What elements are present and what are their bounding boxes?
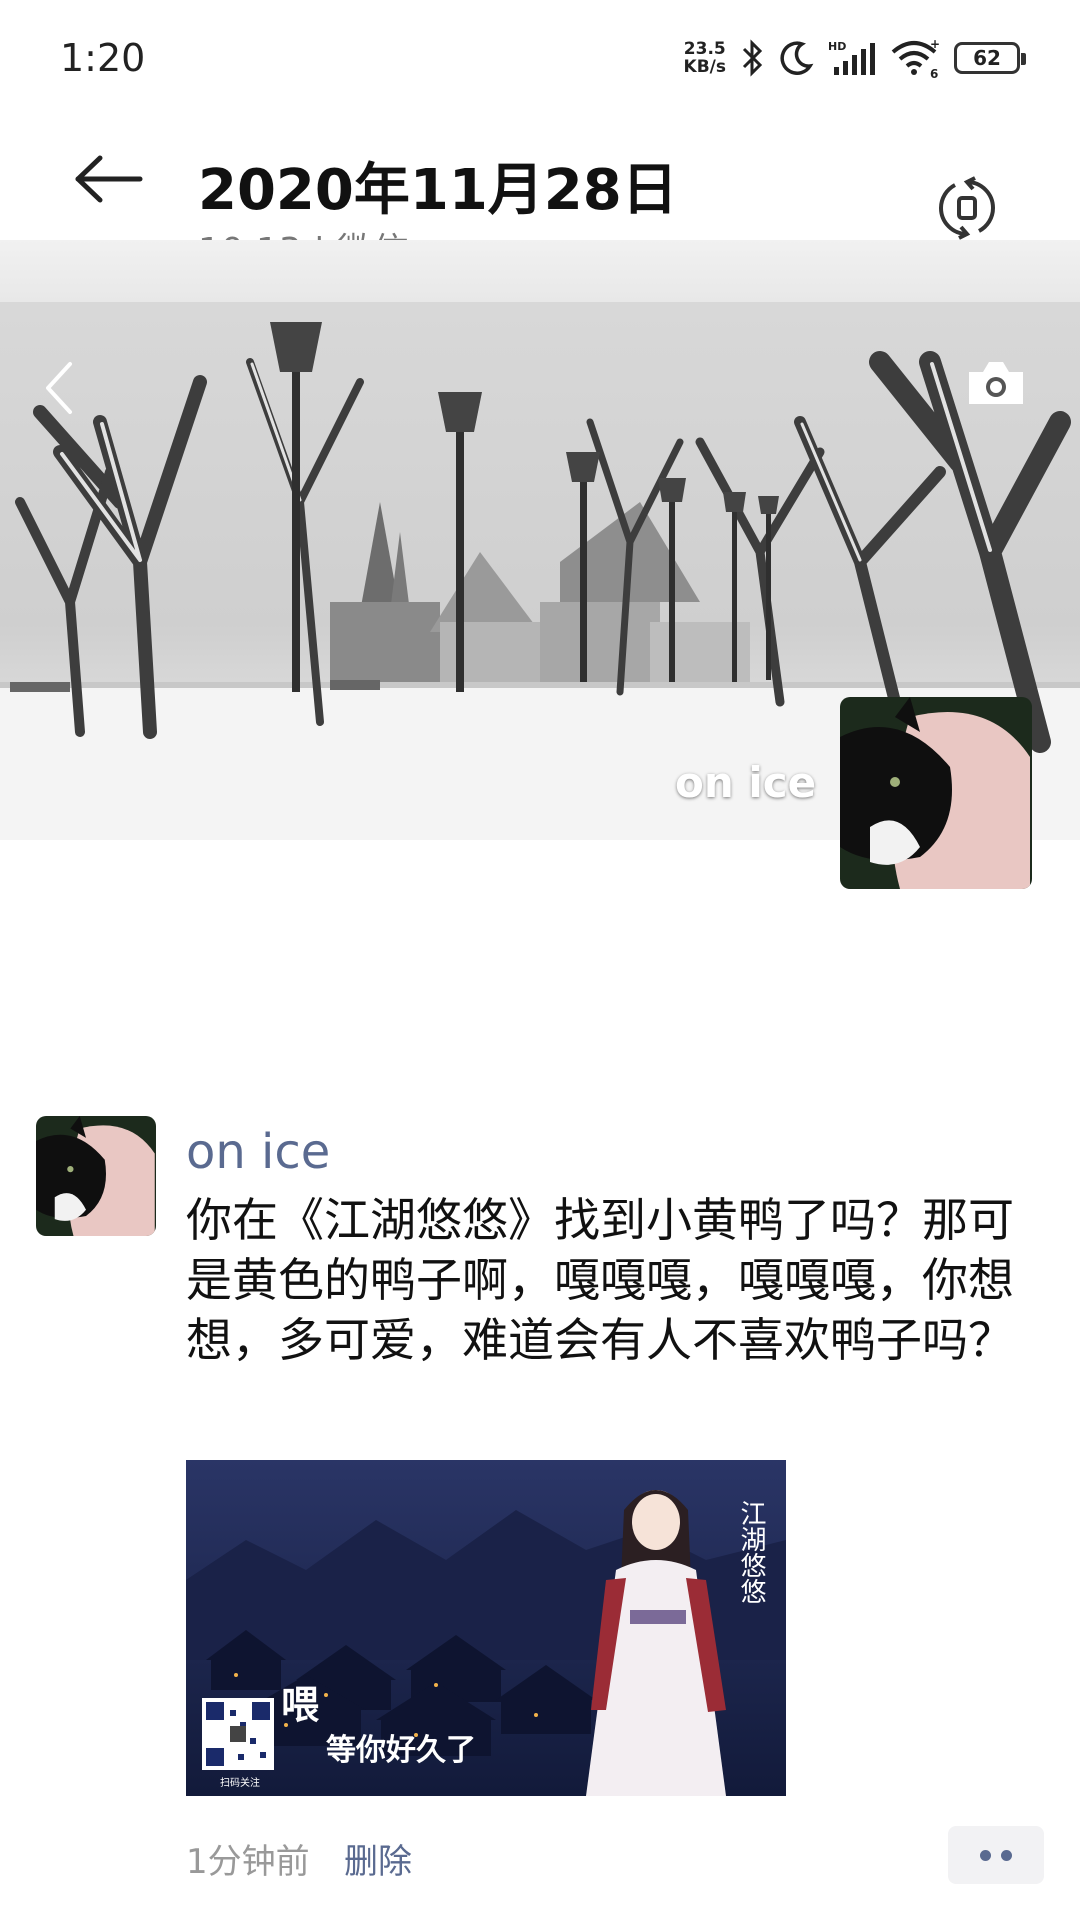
status-time: 1:20 bbox=[60, 36, 146, 80]
post-author-name[interactable]: on ice bbox=[186, 1124, 330, 1180]
post-author-avatar[interactable] bbox=[36, 1116, 156, 1236]
more-options-button[interactable] bbox=[948, 1826, 1044, 1884]
status-bar: 1:20 23.5 KB/s HD 6 + 62 bbox=[0, 0, 1080, 110]
cat-avatar-image bbox=[36, 1116, 156, 1236]
more-dot-icon bbox=[1001, 1849, 1012, 1861]
wifi-icon: 6 + bbox=[891, 38, 940, 78]
poster-slogan-1: 喂 bbox=[281, 1682, 320, 1727]
svg-text:6: 6 bbox=[930, 67, 938, 78]
game-poster-image: 江湖悠悠 喂 等你好久了 扫码关注 bbox=[186, 1460, 786, 1796]
post-image[interactable]: 江湖悠悠 喂 等你好久了 扫码关注 bbox=[186, 1460, 786, 1796]
camera-icon[interactable] bbox=[965, 358, 1027, 408]
cover-top-strip bbox=[0, 240, 1080, 302]
svg-text:+: + bbox=[930, 38, 940, 51]
moon-icon bbox=[780, 41, 814, 75]
hd-signal-icon: HD bbox=[828, 40, 875, 75]
svg-text:HD: HD bbox=[828, 40, 846, 53]
cat-avatar-image bbox=[840, 697, 1032, 889]
battery-indicator: 62 bbox=[954, 42, 1026, 74]
profile-name: on ice bbox=[675, 758, 817, 807]
status-icons: 23.5 KB/s HD 6 + 62 bbox=[683, 36, 1026, 80]
cover-back-chevron-icon[interactable] bbox=[40, 358, 80, 418]
profile-avatar[interactable] bbox=[840, 697, 1032, 889]
poster-qr-caption: 扫码关注 bbox=[220, 1776, 260, 1789]
page-title: 2020年11月28日 bbox=[198, 158, 678, 223]
header: 2020年11月28日 10:13 | 微信 bbox=[0, 110, 1080, 272]
poster-slogan-2: 等你好久了 bbox=[326, 1733, 476, 1768]
rotate-icon[interactable] bbox=[935, 176, 999, 240]
network-speed: 23.5 KB/s bbox=[683, 39, 726, 77]
bluetooth-icon bbox=[742, 39, 763, 77]
post-text: 你在《江湖悠悠》找到小黄鸭了吗？那可是黄色的鸭子啊，嘎嘎嘎，嘎嘎嘎，你想想，多可… bbox=[186, 1193, 1014, 1367]
post-timestamp: 1分钟前 bbox=[186, 1842, 310, 1882]
more-dot-icon bbox=[980, 1849, 991, 1861]
poster-title-1: 江湖悠悠 bbox=[736, 1500, 766, 1604]
delete-link[interactable]: 删除 bbox=[344, 1834, 412, 1883]
back-arrow-icon[interactable] bbox=[74, 154, 144, 204]
